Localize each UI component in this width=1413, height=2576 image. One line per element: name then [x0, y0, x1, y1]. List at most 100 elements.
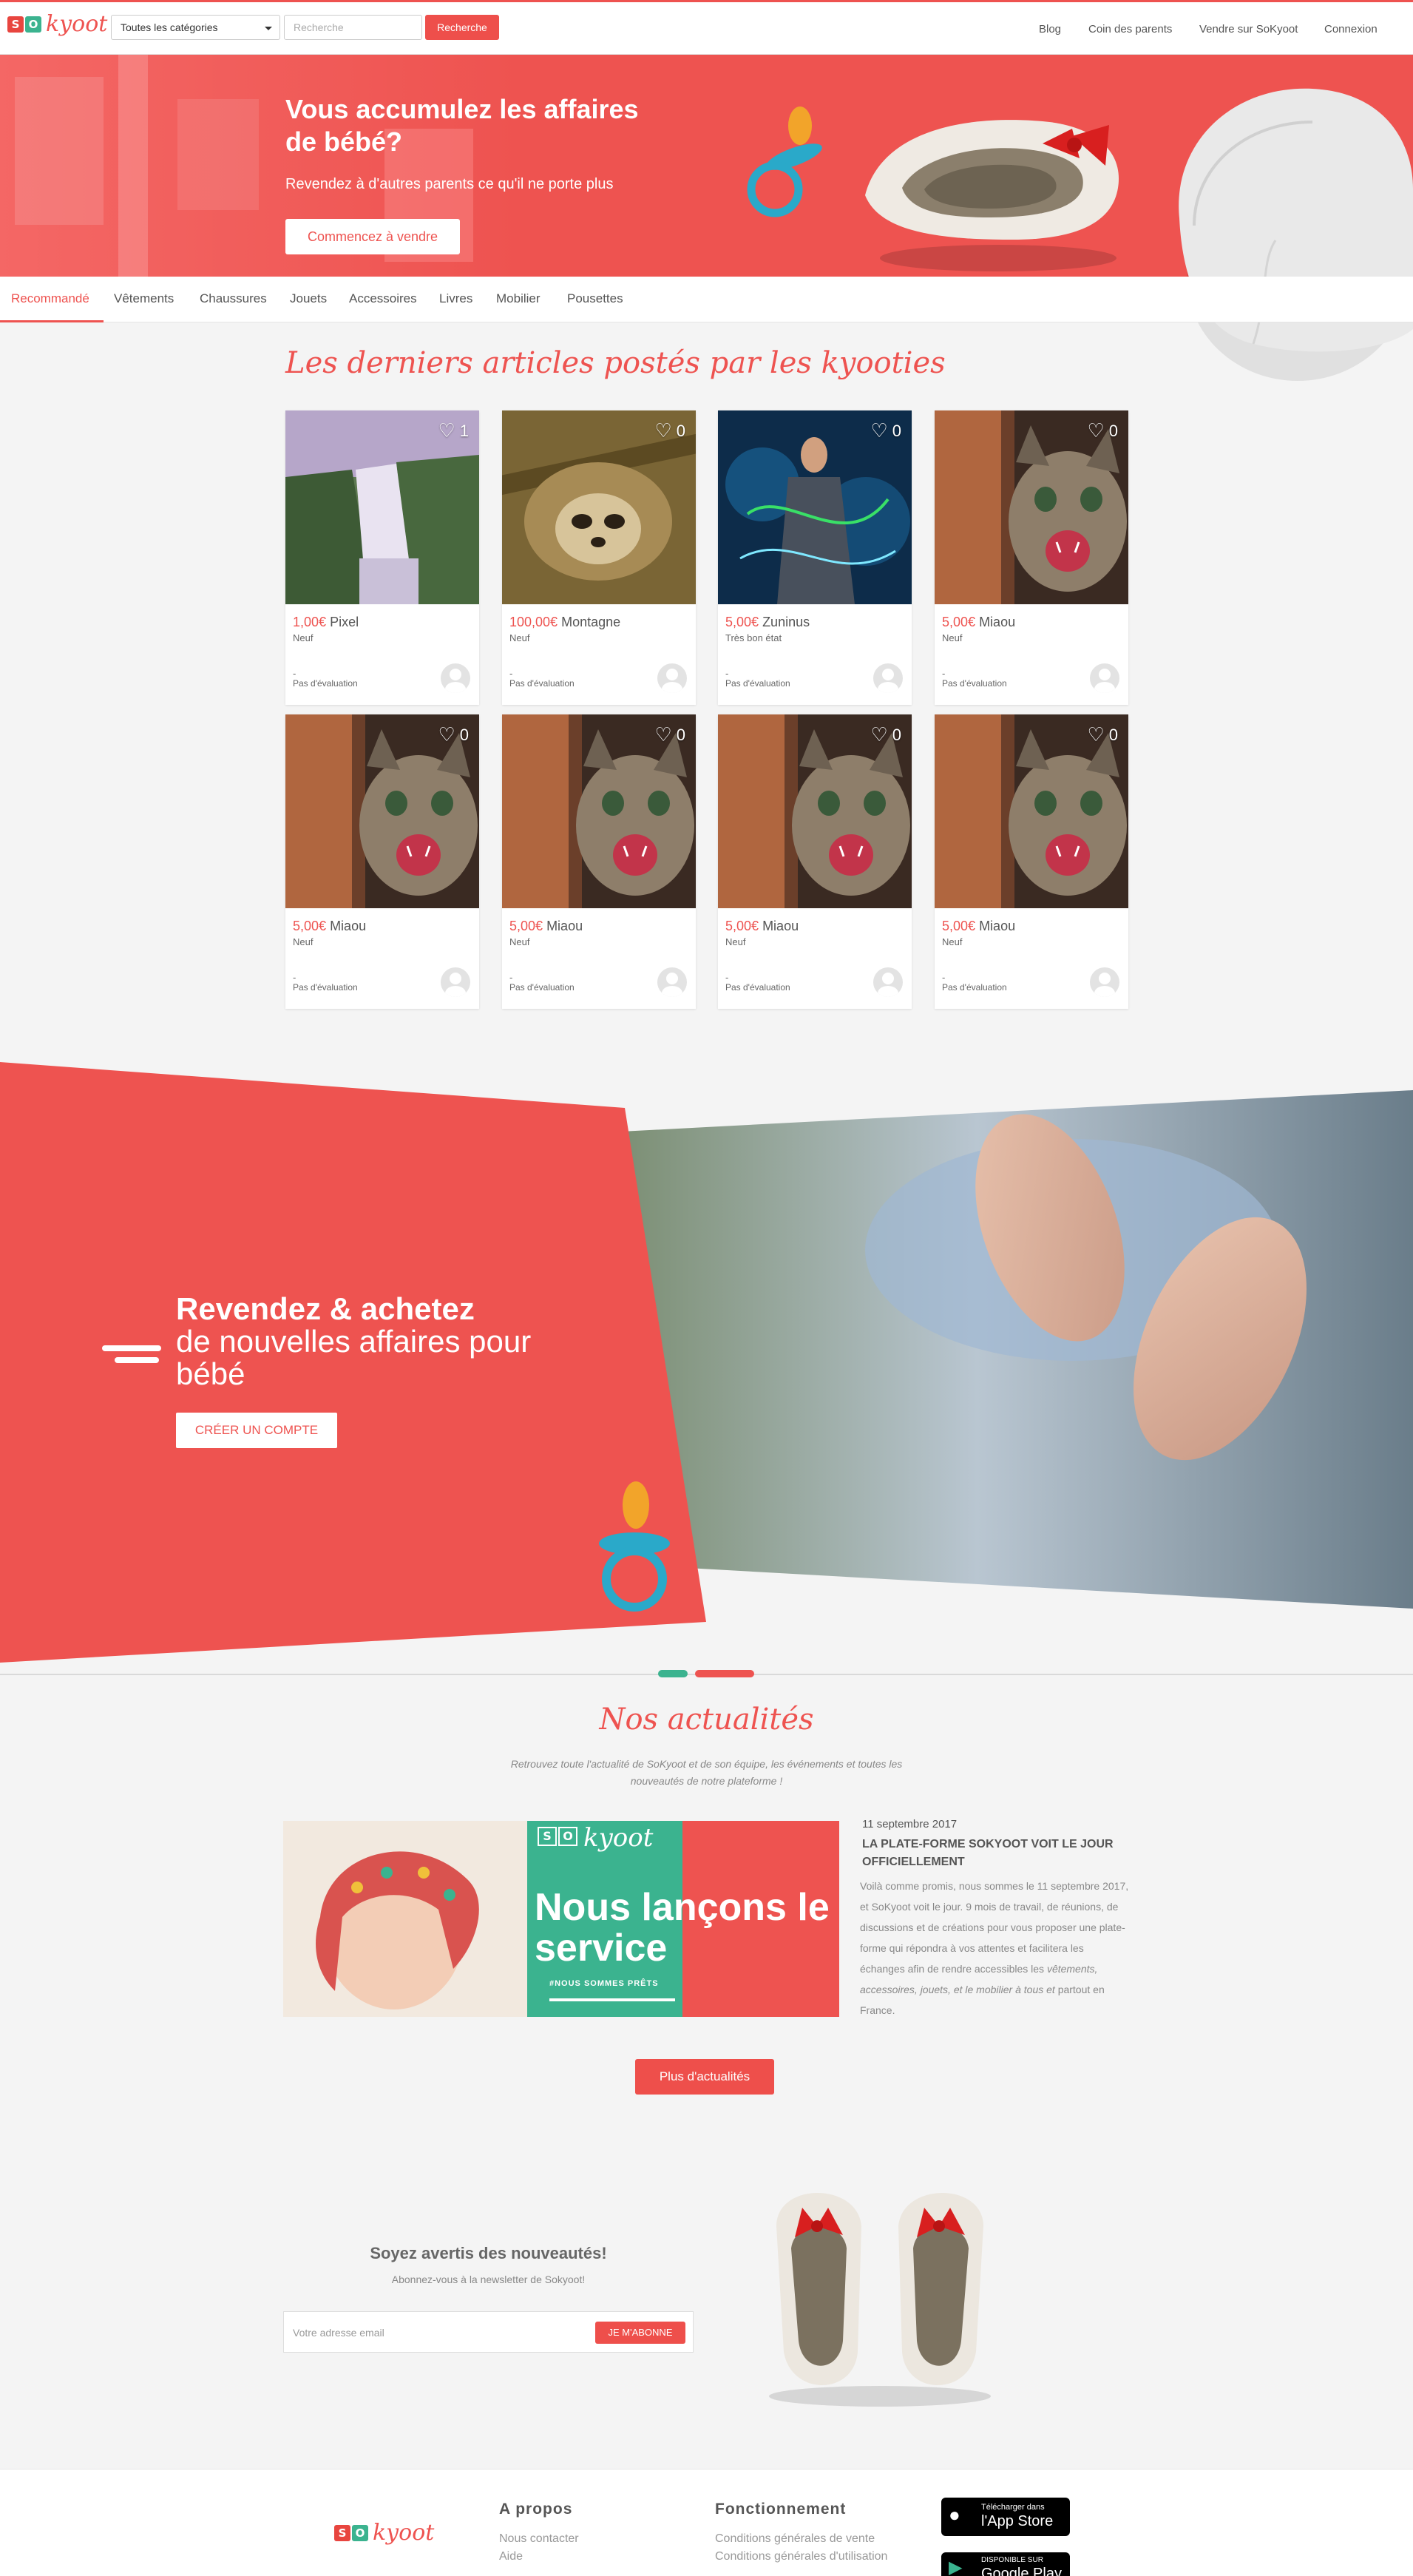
footer-logo[interactable]: S O kyoot: [334, 2520, 434, 2546]
baby-shoe-image: [865, 120, 1119, 271]
heart-icon: ♡: [1087, 723, 1105, 746]
seller-avatar[interactable]: [873, 967, 903, 997]
logo-letter-s: S: [538, 1827, 557, 1846]
logo-word: kyoot: [46, 11, 108, 37]
news-image-tag: #NOUS SOMMES PRÊTS: [549, 1979, 659, 1988]
nav-sell[interactable]: Vendre sur SoKyoot: [1199, 23, 1298, 36]
product-card[interactable]: ♡ 0 5,00€ Miaou Neuf - Pas d'évaluation: [285, 714, 479, 1009]
news-title: Nos actualités: [599, 1703, 814, 1737]
seller-avatar[interactable]: [441, 967, 470, 997]
like-button[interactable]: ♡ 0: [438, 723, 469, 746]
like-button[interactable]: ♡ 0: [1087, 723, 1118, 746]
tab-books[interactable]: Livres: [439, 291, 472, 306]
footer-link-contact[interactable]: Nous contacter: [499, 2532, 579, 2546]
slider-dot-1[interactable]: [658, 1670, 688, 1677]
product-condition: Neuf: [509, 632, 530, 643]
like-button[interactable]: ♡ 0: [870, 419, 901, 442]
tab-recommended[interactable]: Recommandé: [11, 291, 89, 306]
heart-icon: ♡: [654, 723, 672, 746]
logo-word: kyoot: [373, 2520, 435, 2546]
nav-parents-corner[interactable]: Coin des parents: [1088, 23, 1172, 36]
seller-name: -: [293, 668, 297, 679]
more-news-button[interactable]: Plus d'actualités: [635, 2059, 774, 2095]
news-date: 11 septembre 2017: [862, 1818, 958, 1830]
product-name: Montagne: [561, 615, 621, 629]
like-button[interactable]: ♡ 0: [1087, 419, 1118, 442]
app-store-badge[interactable]: ● Télécharger dans l'App Store: [941, 2498, 1070, 2536]
like-count: 1: [459, 421, 469, 440]
logo-letter-s: S: [7, 16, 24, 33]
product-card[interactable]: ♡ 0 5,00€ Miaou Neuf - Pas d'évaluation: [502, 714, 696, 1009]
nav-blog[interactable]: Blog: [1039, 23, 1061, 36]
like-button[interactable]: ♡ 0: [654, 723, 685, 746]
google-play-badge[interactable]: ▶ DISPONIBLE SUR Google Play: [941, 2552, 1070, 2576]
seller-name: -: [509, 668, 513, 679]
subscribe-button[interactable]: JE M'ABONNE: [595, 2322, 685, 2344]
product-title: 5,00€ Miaou: [293, 919, 366, 934]
create-account-button[interactable]: CRÉER UN COMPTE: [176, 1413, 337, 1448]
product-card[interactable]: ♡ 0 5,00€ Miaou Neuf - Pas d'évaluation: [935, 410, 1128, 705]
product-card[interactable]: ♡ 0 5,00€ Zuninus Très bon état - Pas d'évalu…: [718, 410, 912, 705]
like-count: 0: [1108, 725, 1118, 744]
search-button[interactable]: Recherche: [425, 15, 499, 40]
product-title: 5,00€ Miaou: [725, 919, 799, 934]
start-selling-button[interactable]: Commencez à vendre: [285, 219, 460, 254]
seller-avatar[interactable]: [1090, 663, 1119, 693]
product-condition: Neuf: [293, 936, 314, 947]
seller-rating: Pas d'évaluation: [509, 678, 575, 689]
category-select[interactable]: Toutes les catégories: [111, 15, 280, 40]
hero-title: Vous accumulez les affaires de bébé?: [285, 94, 639, 157]
tab-accessories[interactable]: Accessoires: [349, 291, 417, 306]
seller-avatar[interactable]: [873, 663, 903, 693]
footer-link-help[interactable]: Aide: [499, 2550, 523, 2563]
newsletter-email-input[interactable]: Votre adresse email: [293, 2327, 384, 2339]
seller-rating: Pas d'évaluation: [509, 982, 575, 993]
app-store-big-text: l'App Store: [981, 2513, 1054, 2529]
product-price: 5,00€: [942, 615, 976, 629]
like-button[interactable]: ♡ 0: [654, 419, 685, 442]
product-price: 100,00€: [509, 615, 558, 629]
seller-avatar[interactable]: [657, 663, 687, 693]
logo-word: kyoot: [583, 1823, 654, 1853]
product-title: 5,00€ Zuninus: [725, 615, 810, 630]
logo[interactable]: S O kyoot: [7, 11, 107, 37]
search-input[interactable]: Recherche: [284, 15, 422, 40]
tab-toys[interactable]: Jouets: [290, 291, 327, 306]
seller-rating: Pas d'évaluation: [293, 982, 358, 993]
news-image[interactable]: S O kyoot Nous lançons le service #NOUS …: [283, 1821, 839, 2017]
like-button[interactable]: ♡ 0: [870, 723, 901, 746]
slider-dot-2[interactable]: [695, 1670, 754, 1677]
newsletter-form: Votre adresse email JE M'ABONNE: [283, 2311, 694, 2353]
product-card[interactable]: ♡ 0 100,00€ Montagne Neuf - Pas d'évaluation: [502, 410, 696, 705]
product-card[interactable]: ♡ 0 5,00€ Miaou Neuf - Pas d'évaluation: [718, 714, 912, 1009]
play-icon: ▶: [949, 2558, 963, 2576]
footer-link-cgu[interactable]: Conditions générales d'utilisation: [715, 2550, 887, 2563]
product-condition: Neuf: [942, 936, 963, 947]
nav-login[interactable]: Connexion: [1324, 23, 1378, 36]
news-article-title[interactable]: LA PLATE-FORME SOKYOOT VOIT LE JOUR OFFI…: [862, 1836, 1136, 1871]
heart-icon: ♡: [438, 419, 455, 442]
product-name: Miaou: [979, 615, 1016, 629]
product-card[interactable]: ♡ 0 5,00€ Miaou Neuf - Pas d'évaluation: [935, 714, 1128, 1009]
seller-rating: Pas d'évaluation: [293, 678, 358, 689]
heart-icon: ♡: [870, 419, 888, 442]
seller-avatar[interactable]: [441, 663, 470, 693]
footer-link-cgv[interactable]: Conditions générales de vente: [715, 2532, 875, 2546]
product-name: Miaou: [762, 919, 799, 933]
like-button[interactable]: ♡ 1: [438, 419, 469, 442]
heart-icon: ♡: [1087, 419, 1105, 442]
tab-clothes[interactable]: Vêtements: [114, 291, 174, 306]
product-card[interactable]: ♡ 1 1,00€ Pixel Neuf - Pas d'évaluation: [285, 410, 479, 705]
seller-avatar[interactable]: [657, 967, 687, 997]
seller-avatar[interactable]: [1090, 967, 1119, 997]
pacifier-image: [747, 107, 822, 217]
product-condition: Neuf: [293, 632, 314, 643]
seller-name: -: [509, 972, 513, 983]
tab-shoes[interactable]: Chaussures: [200, 291, 267, 306]
google-play-small-text: DISPONIBLE SUR: [981, 2556, 1043, 2564]
tab-furniture[interactable]: Mobilier: [496, 291, 541, 306]
newsletter-title: Soyez avertis des nouveautés!: [370, 2244, 607, 2262]
seller-rating: Pas d'évaluation: [725, 678, 790, 689]
tab-strollers[interactable]: Pousettes: [567, 291, 623, 306]
product-title: 5,00€ Miaou: [942, 919, 1015, 934]
